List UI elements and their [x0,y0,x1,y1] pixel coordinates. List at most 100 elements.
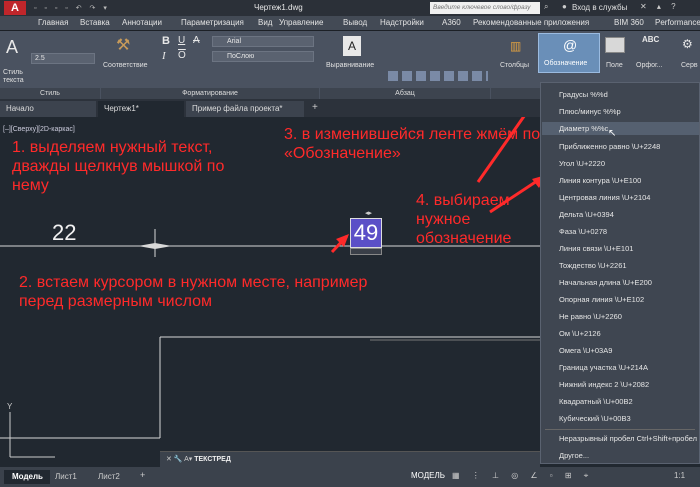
menu-item-delta[interactable]: Дельта \U+0394 [559,210,614,219]
login-link[interactable]: Вход в службы [572,3,627,12]
ucs-y-label: Y [7,402,13,411]
text-height-input[interactable]: 2.5 [31,53,95,64]
symbol-label[interactable]: Обозначение [544,60,587,67]
menu-item-boundary-line[interactable]: Линия контура \U+E100 [559,176,641,185]
tab-sheet1[interactable]: Лист1 [55,470,77,484]
annotation-step3: 3. в изменившейся ленте жмём по «Обознач… [284,126,541,162]
tab-performance[interactable]: Performance [655,18,700,27]
italic-button[interactable]: I [162,50,166,62]
menu-item-monument-line[interactable]: Опорная линия \U+E102 [559,295,644,304]
text-edit-box-bottom [350,248,382,255]
match-properties-label[interactable]: Соответствие [103,62,148,69]
tab-parametric[interactable]: Параметризация [181,18,244,27]
annotation-step1: 1. выделяем нужный текст, дважды щелкнув… [12,139,225,194]
menu-item-not-equal[interactable]: Не равно \U+2260 [559,312,622,321]
menu-item-ohm[interactable]: Ом \U+2126 [559,329,601,338]
justify-icon[interactable]: A [343,36,361,56]
menu-item-flow-line[interactable]: Линия связи \U+E101 [559,244,633,253]
mouse-cursor-icon: ↖ [608,128,617,139]
tab-annotate[interactable]: Аннотации [122,18,162,27]
format-group-label: Форматирование [101,88,319,99]
menu-divider [545,429,695,430]
strikethrough-button[interactable]: A [193,35,200,46]
menu-item-squared[interactable]: Квадратный \U+00B2 [559,397,633,406]
tab-output[interactable]: Вывод [343,18,367,27]
field-label[interactable]: Поле [606,62,623,69]
command-line[interactable]: ✕ 🔧 A▾ ТЕКСТРЕД [160,451,540,467]
app-logo-icon[interactable]: A [4,1,26,15]
overline-button[interactable]: O [178,50,186,61]
menu-item-other[interactable]: Другое... [559,451,589,460]
text-style-label[interactable]: Стиль текста [3,69,29,85]
add-layout-icon[interactable]: + [140,470,145,480]
dimension-arrow-left [138,243,155,249]
tab-model[interactable]: Модель [4,470,50,484]
tab-sheet2[interactable]: Лист2 [98,470,120,484]
menu-item-nonbreaking-space[interactable]: Неразрывный пробел Ctrl+Shift+пробел [559,434,697,443]
menu-item-degrees[interactable]: Градусы %%d [559,90,608,99]
tab-sample-project[interactable]: Пример файла проекта* [186,101,304,117]
dimension-arrow-right [155,243,172,249]
paragraph-align-buttons[interactable] [388,71,488,81]
menu-item-almost-equal[interactable]: Приближенно равно \U+2248 [559,142,660,151]
at-symbol-icon: @ [563,37,578,53]
status-bar: Модель Лист1 Лист2 + МОДЕЛЬ ▦ ⋮ ⊥ ◎ ∠ ▫ … [0,467,700,487]
annotation-step2: 2. встаем курсором в нужном месте, напри… [19,274,368,310]
columns-label[interactable]: Столбцы [500,62,529,69]
tab-addins[interactable]: Надстройки [380,18,424,27]
spellcheck-icon[interactable]: ABC [642,35,659,44]
match-properties-icon[interactable]: ⚒ [116,35,130,55]
font-select[interactable]: Arial [212,36,314,47]
menu-item-angle[interactable]: Угол \U+2220 [559,159,605,168]
underline-button[interactable]: U [178,35,185,46]
title-bar: A ▫ ▫ ▫ ▫ ↶ ↷ ▾ Чертеж1.dwg Введите ключ… [0,0,700,16]
window-controls[interactable]: ✕ ▴ ? [640,2,680,11]
tools-icon[interactable]: ⚙ [682,37,693,51]
menu-item-property-line[interactable]: Граница участка \U+214A [559,363,648,372]
command-prompt-icon: A▾ [184,456,195,463]
dimension-text: 22 [52,220,77,245]
menu-item-subscript-2[interactable]: Нижний индекс 2 \U+2082 [559,380,649,389]
status-toggle-icons[interactable]: ▦ ⋮ ⊥ ◎ ∠ ▫ ⊞ ⌖ [452,471,593,481]
tab-start[interactable]: Начало [0,101,96,117]
menu-item-initial-length[interactable]: Начальная длина \U+E200 [559,278,652,287]
tab-drawing1[interactable]: Чертеж1* [98,101,184,117]
quick-access-toolbar[interactable]: ▫ ▫ ▫ ▫ ↶ ↷ ▾ [34,4,164,12]
command-text: ТЕКСТРЕД [194,456,231,463]
model-space-button[interactable]: МОДЕЛЬ [411,471,445,480]
annotation-scale[interactable]: 1:1 [674,471,685,480]
justification-label[interactable]: Выравнивание [326,62,374,69]
text-style-icon[interactable]: A [6,37,18,58]
menu-item-phase[interactable]: Фаза \U+0278 [559,227,607,236]
window-filename: Чертеж1.dwg [254,3,303,12]
close-icon[interactable]: ✕ 🔧 [166,456,184,463]
new-tab-icon[interactable]: + [312,102,318,113]
bold-button[interactable]: B [162,35,170,47]
menu-item-cubed[interactable]: Кубический \U+00B3 [559,414,631,423]
tools-label[interactable]: Серв [681,62,698,69]
symbol-dropdown-menu: Градусы %%d Плюс/минус %%p Диаметр %%c ↖… [540,82,700,464]
tab-featured-apps[interactable]: Рекомендованные приложения [473,18,589,27]
tab-manage[interactable]: Управление [279,18,323,27]
paragraph-group-label: Абзац [320,88,490,99]
menu-item-center-line[interactable]: Центровая линия \U+2104 [559,193,650,202]
text-edit-box[interactable]: 49 [350,218,382,248]
tab-home[interactable]: Главная [38,18,68,27]
tab-insert[interactable]: Вставка [80,18,110,27]
ribbon-tab-bar: Главная Вставка Аннотации Параметризация… [0,16,700,31]
menu-item-plus-minus[interactable]: Плюс/минус %%p [559,107,621,116]
tab-a360[interactable]: A360 [442,18,461,27]
field-icon[interactable] [605,37,625,53]
text-edit-handle[interactable]: ◂▸ [365,209,372,217]
tab-bim360[interactable]: BIM 360 [614,18,644,27]
search-input[interactable]: Введите ключевое слово/фразу [430,2,540,14]
menu-item-diameter[interactable]: Диаметр %%c [559,124,608,133]
spellcheck-label[interactable]: Орфог... [636,62,663,69]
search-icon[interactable]: ⌕ [544,2,548,12]
color-select[interactable]: ПоСлою [212,51,314,62]
menu-item-identity[interactable]: Тождество \U+2261 [559,261,627,270]
columns-icon[interactable]: ▥ [510,39,521,53]
menu-item-omega[interactable]: Омега \U+03A9 [559,346,612,355]
tab-view[interactable]: Вид [258,18,272,27]
user-icon: ● [562,2,567,11]
